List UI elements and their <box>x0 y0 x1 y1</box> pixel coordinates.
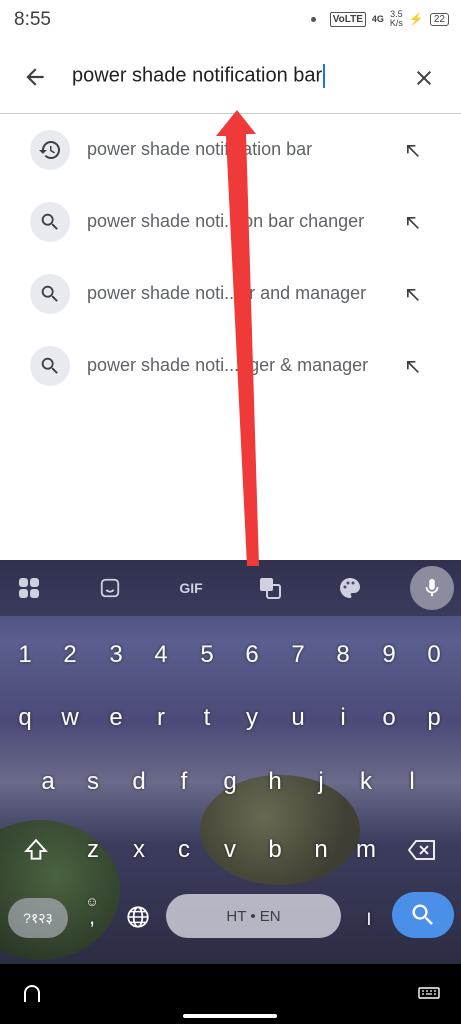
qwerty-row: q w e r t y u i o p <box>0 693 461 743</box>
keyboard: GIF 1 2 3 4 5 6 7 8 9 0 q w e r t y u i … <box>0 560 461 964</box>
fill-query-arrow-icon[interactable] <box>402 212 422 232</box>
key[interactable]: a <box>26 757 70 807</box>
key[interactable]: d <box>117 757 161 807</box>
suggestion-item[interactable]: power shade noti..tion bar changer <box>0 186 461 258</box>
search-bar: power shade notification bar <box>0 40 461 114</box>
key[interactable]: y <box>230 693 274 743</box>
suggestion-item[interactable]: power shade notification bar <box>0 114 461 186</box>
key[interactable]: w <box>48 693 92 743</box>
volte-badge: VoLTE <box>329 11 366 27</box>
fill-query-arrow-icon[interactable] <box>402 284 422 304</box>
key[interactable]: 9 <box>367 630 411 680</box>
suggestion-text: power shade noti...nger & manager <box>87 355 369 375</box>
palette-icon[interactable] <box>336 574 364 602</box>
key[interactable]: i <box>321 693 365 743</box>
emoji-hint-icon: ☺ <box>85 894 99 909</box>
apps-grid-icon[interactable] <box>15 574 43 602</box>
back-arrow-icon[interactable] <box>22 64 48 90</box>
key[interactable]: p <box>412 693 456 743</box>
navigation-bar <box>0 964 461 1024</box>
suggestion-item[interactable]: power shade noti...er and manager <box>0 258 461 330</box>
history-icon <box>30 130 70 170</box>
suggestion-item[interactable]: power shade noti...nger & manager <box>0 330 461 402</box>
key[interactable]: 6 <box>230 630 274 680</box>
status-icons: VoLTE 4G 3.5 K/s ⚡ 22 <box>310 10 449 28</box>
search-input[interactable]: power shade notification bar <box>72 64 326 88</box>
key[interactable]: g <box>208 757 252 807</box>
key[interactable]: s <box>71 757 115 807</box>
search-icon <box>30 346 70 386</box>
comma-key[interactable]: , ☺ <box>70 892 114 942</box>
key[interactable]: f <box>162 757 206 807</box>
microphone-icon[interactable] <box>410 566 454 610</box>
status-time: 8:55 <box>14 9 51 30</box>
signal-icon: 4G <box>371 14 384 24</box>
key[interactable]: l <box>390 757 434 807</box>
battery-level: 22 <box>429 12 449 26</box>
backspace-icon[interactable] <box>400 825 444 875</box>
key[interactable]: j <box>299 757 343 807</box>
key[interactable]: c <box>162 825 206 875</box>
suggestion-text: power shade noti...er and manager <box>87 283 367 303</box>
space-bar[interactable]: HT • EN <box>166 894 341 938</box>
globe-icon[interactable] <box>116 892 160 942</box>
bottom-function-row: ?१२३ , ☺ HT • EN । <box>0 892 461 942</box>
fill-query-arrow-icon[interactable] <box>402 356 422 376</box>
shift-icon[interactable] <box>14 825 58 875</box>
speed-unit: K/s <box>389 18 403 28</box>
fill-query-arrow-icon[interactable] <box>402 140 422 160</box>
key[interactable]: o <box>367 693 411 743</box>
keyboard-hide-icon[interactable] <box>22 984 42 1004</box>
key[interactable]: 1 <box>3 630 47 680</box>
key[interactable]: n <box>299 825 343 875</box>
suggestion-text: power shade notification bar <box>87 139 313 159</box>
suggestion-text: power shade noti..tion bar changer <box>87 211 365 231</box>
clear-icon[interactable] <box>412 66 436 90</box>
key[interactable]: z <box>71 825 115 875</box>
key[interactable]: r <box>139 693 183 743</box>
key[interactable]: k <box>344 757 388 807</box>
key[interactable]: h <box>253 757 297 807</box>
search-icon <box>30 274 70 314</box>
period-key[interactable]: । <box>346 892 390 942</box>
keyboard-switch-icon[interactable] <box>418 986 440 1002</box>
status-bar: 8:55 VoLTE 4G 3.5 K/s ⚡ 22 <box>0 0 461 40</box>
charging-icon: ⚡ <box>408 12 424 26</box>
notification-dot-icon <box>310 16 316 22</box>
key[interactable]: 2 <box>48 630 92 680</box>
symbols-key[interactable]: ?१२३ <box>8 898 68 938</box>
key[interactable]: v <box>208 825 252 875</box>
key[interactable]: b <box>253 825 297 875</box>
key[interactable]: t <box>185 693 229 743</box>
key[interactable]: x <box>117 825 161 875</box>
key[interactable]: 7 <box>276 630 320 680</box>
home-gesture-handle[interactable] <box>183 1014 277 1018</box>
text-cursor <box>323 64 326 88</box>
search-key[interactable] <box>392 892 454 938</box>
key[interactable]: 5 <box>185 630 229 680</box>
translate-icon[interactable] <box>256 574 284 602</box>
search-query-text: power shade notification bar <box>72 64 323 87</box>
key[interactable]: m <box>344 825 388 875</box>
sticker-icon[interactable] <box>96 574 124 602</box>
key[interactable]: 8 <box>321 630 365 680</box>
gif-button[interactable]: GIF <box>174 574 208 602</box>
key[interactable]: 4 <box>139 630 183 680</box>
search-icon <box>30 202 70 242</box>
key[interactable]: q <box>3 693 47 743</box>
home-row: a s d f g h j k l <box>0 757 461 807</box>
bottom-letter-row: z x c v b n m <box>0 825 461 875</box>
key[interactable]: 3 <box>94 630 138 680</box>
network-speed: 3.5 K/s <box>390 10 403 28</box>
key[interactable]: u <box>276 693 320 743</box>
key[interactable]: e <box>94 693 138 743</box>
keyboard-toolbar: GIF <box>0 560 461 616</box>
search-icon <box>412 904 433 925</box>
key[interactable]: 0 <box>412 630 456 680</box>
number-row: 1 2 3 4 5 6 7 8 9 0 <box>0 630 461 680</box>
